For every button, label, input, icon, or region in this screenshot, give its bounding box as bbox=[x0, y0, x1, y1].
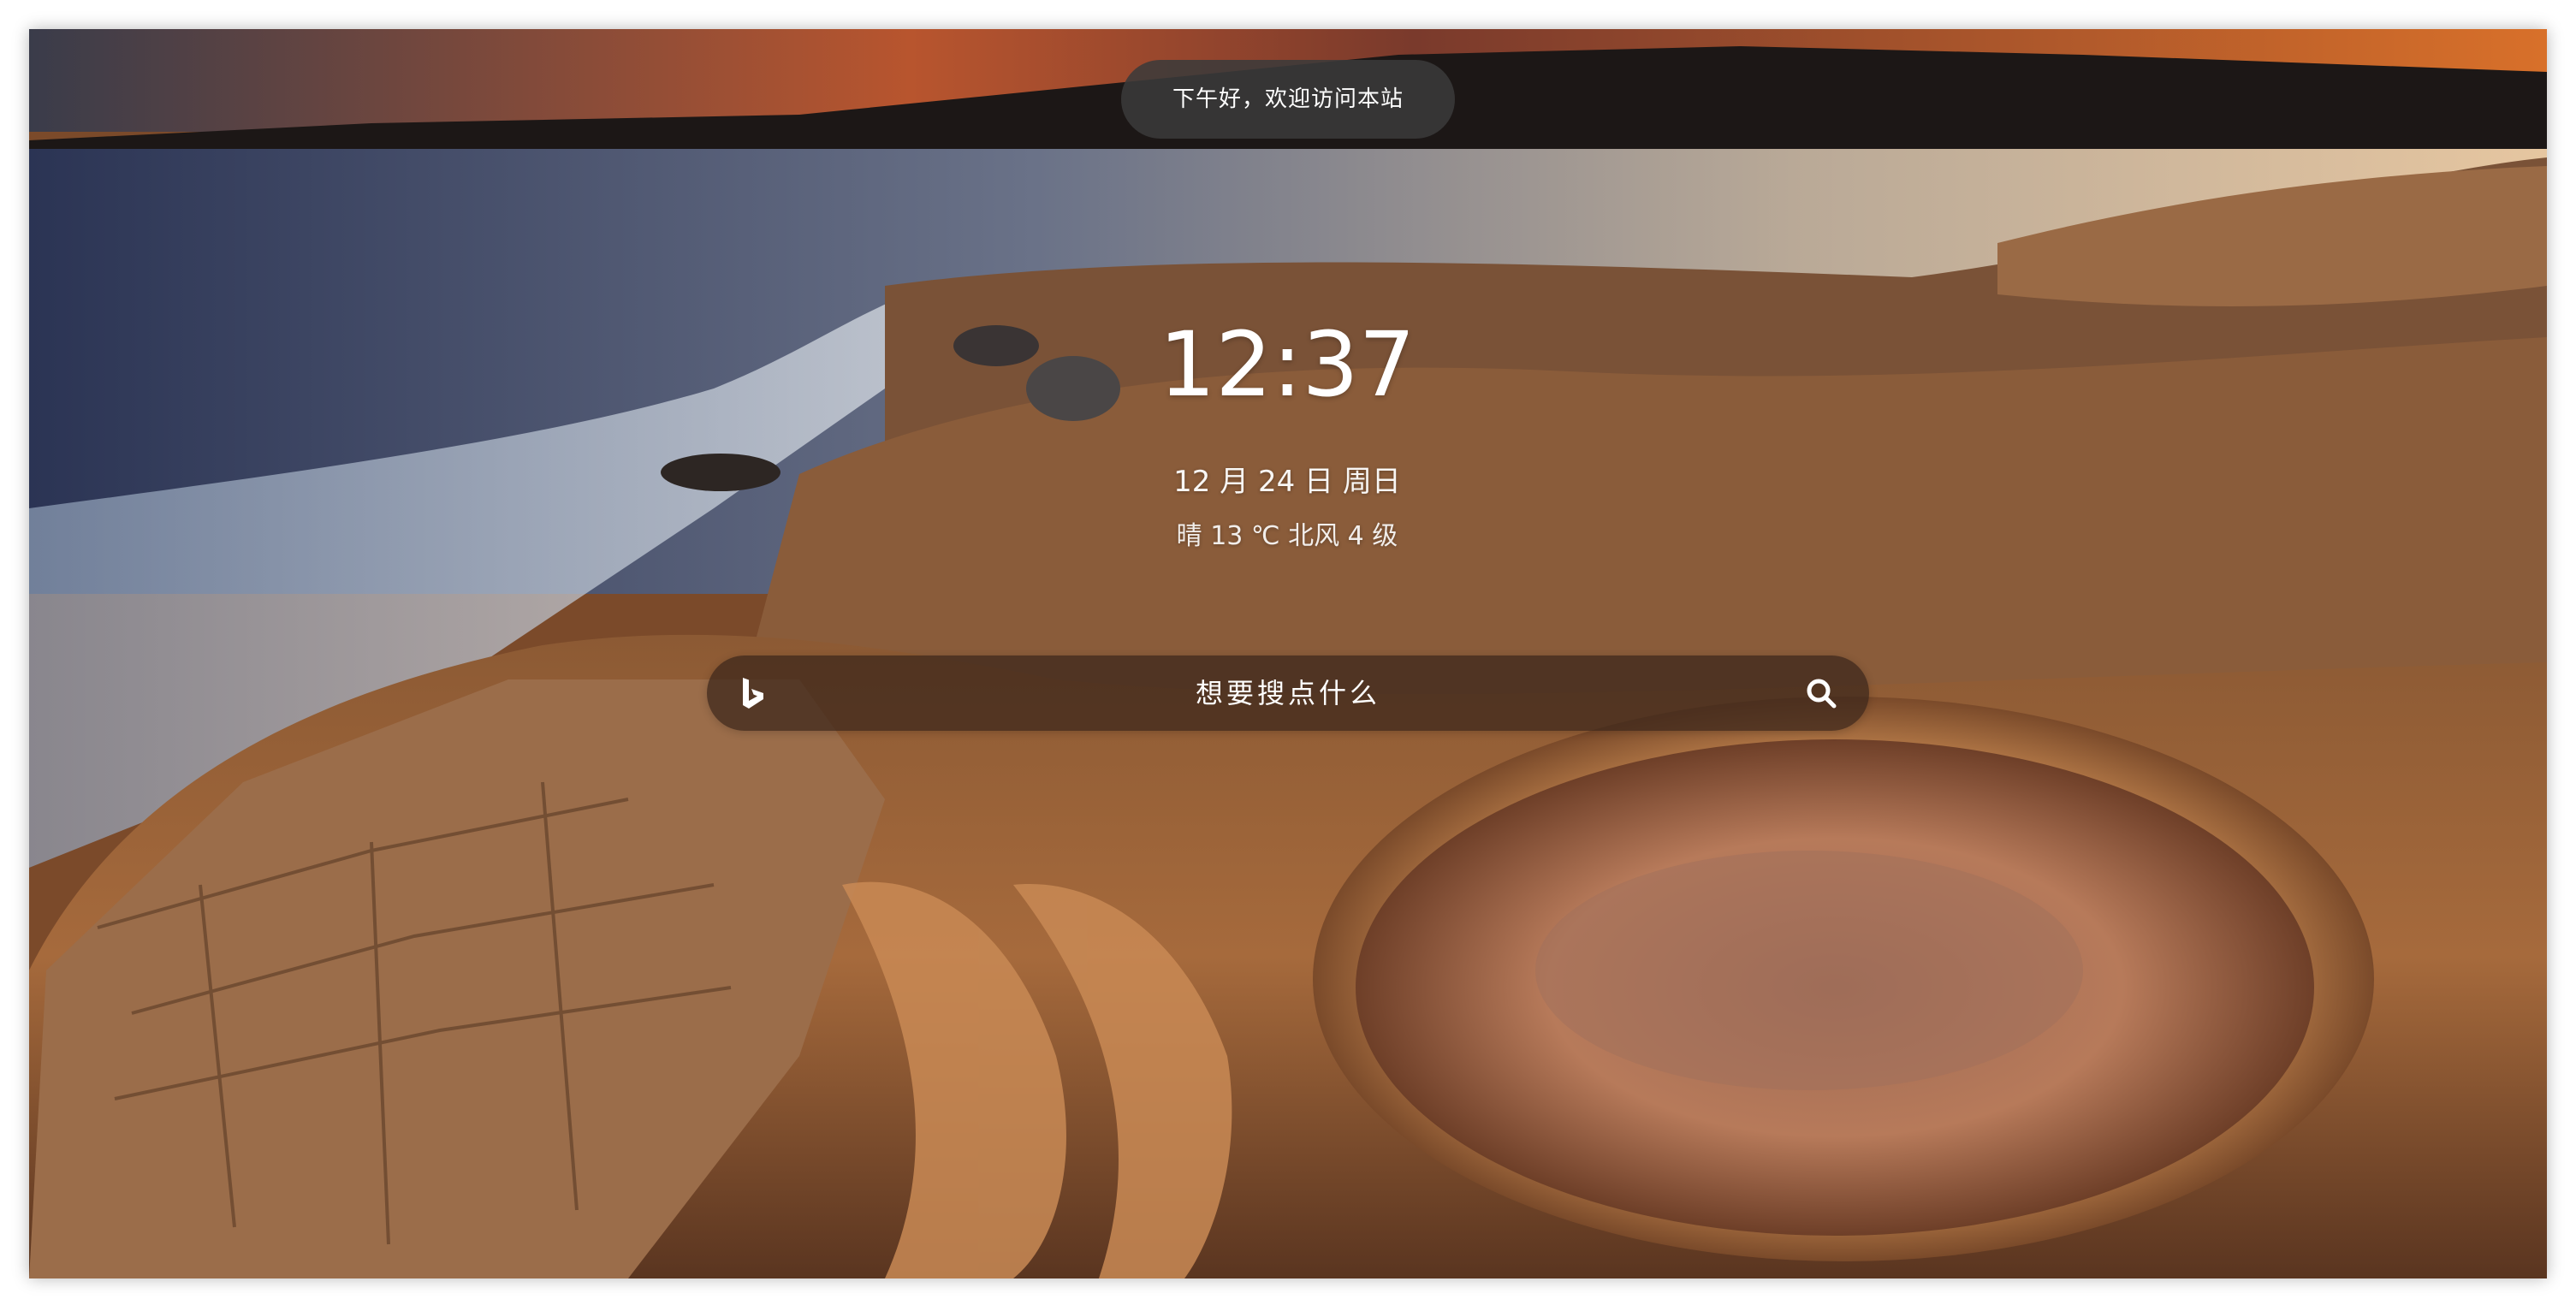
greeting-banner: 下午好，欢迎访问本站 bbox=[1121, 60, 1455, 139]
search-bar[interactable]: 想要搜点什么 bbox=[707, 656, 1869, 731]
wallpaper-coastal-rocks bbox=[29, 29, 2547, 1278]
weather-text: 晴 13 ℃ 北风 4 级 bbox=[1176, 521, 1398, 551]
date-text: 12 月 24 日 周日 bbox=[1173, 465, 1401, 499]
bing-icon[interactable] bbox=[734, 674, 772, 712]
search-input[interactable]: 想要搜点什么 bbox=[707, 656, 1869, 731]
browser-new-tab-page: 下午好，欢迎访问本站 12:37 12 月 24 日 周日 晴 13 ℃ 北风 … bbox=[29, 29, 2547, 1278]
clock-time: 12:37 bbox=[1159, 312, 1416, 417]
search-icon[interactable] bbox=[1804, 676, 1838, 710]
